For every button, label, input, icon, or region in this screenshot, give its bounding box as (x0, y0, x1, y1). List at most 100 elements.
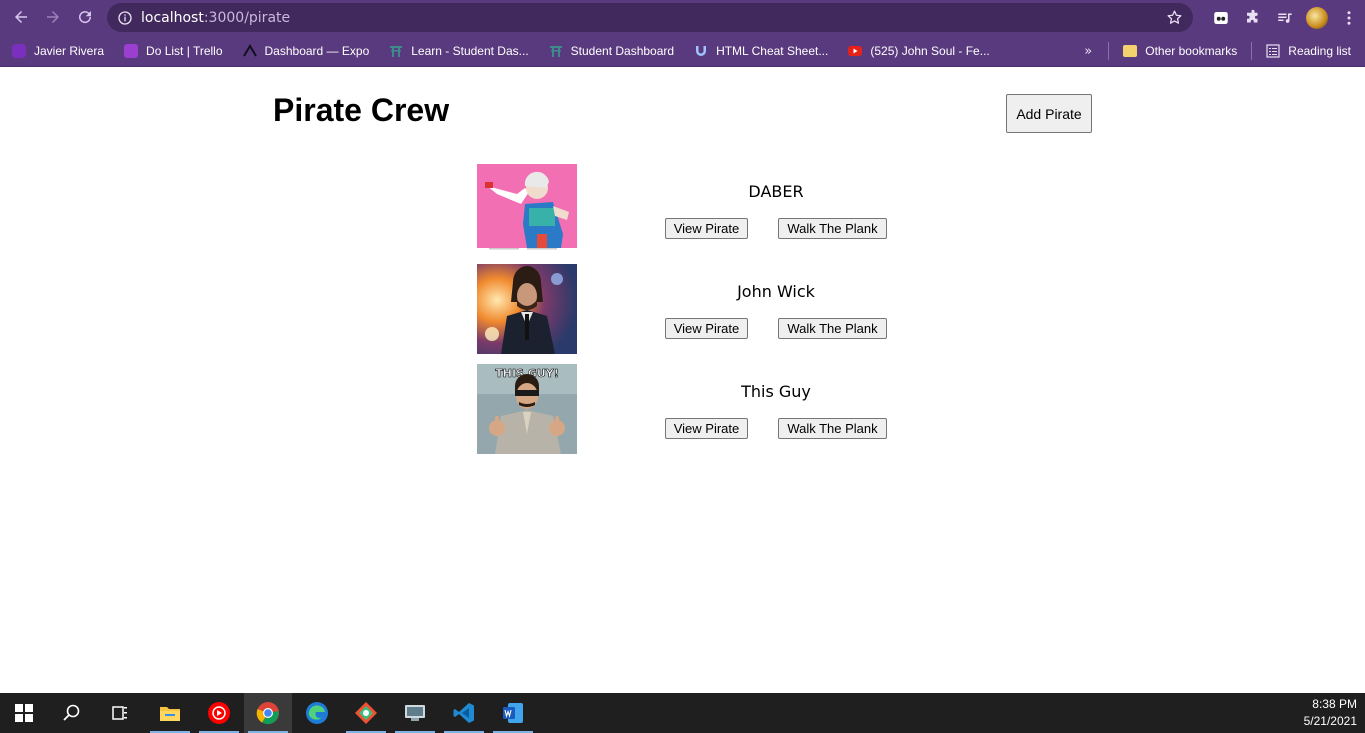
pirate-item: John Wick View Pirate Walk The Plank (477, 264, 897, 354)
info-icon[interactable] (117, 10, 133, 26)
youtube-music-taskbar-button[interactable] (195, 693, 243, 733)
task-view-button[interactable] (96, 693, 144, 733)
view-pirate-button[interactable]: View Pirate (665, 418, 748, 439)
reading-list-label: Reading list (1288, 44, 1351, 58)
bookmark-label: Dashboard — Expo (264, 43, 370, 58)
glasses-extension-icon (1214, 11, 1228, 24)
monitor-app-icon (405, 705, 425, 721)
vscode-icon (453, 703, 474, 723)
bookmarks-right: » Other bookmarks Reading list (1084, 35, 1365, 67)
taskbar: 8:38 PM 5/21/2021 (0, 693, 1365, 733)
bookmark-youtube[interactable]: (525) John Soul - Fe... (836, 38, 997, 64)
word-icon (503, 703, 523, 723)
page-content: Pirate Crew Add Pirate DABER View Pirate… (0, 68, 1365, 693)
javier-rivera-favicon-icon (12, 43, 26, 58)
bookmark-javier-rivera[interactable]: Javier Rivera (0, 38, 112, 64)
torii-favicon-icon (389, 44, 403, 58)
media-control-button[interactable] (1269, 2, 1301, 34)
bookmark-expo[interactable]: Dashboard — Expo (231, 38, 378, 64)
start-button[interactable] (0, 693, 48, 733)
pirate-item: THIS GUY! This Guy View Pirate Walk The … (477, 364, 897, 454)
search-icon (63, 704, 80, 721)
playlist-icon (1278, 13, 1292, 23)
chrome-icon (256, 702, 279, 725)
bookmarks-bar: Javier Rivera Do List | Trello Dashboard… (0, 35, 1365, 67)
walk-the-plank-button[interactable]: Walk The Plank (778, 318, 887, 339)
pirate-image (477, 164, 577, 252)
bookmark-star-icon[interactable] (1166, 9, 1183, 26)
bookmark-label: Student Dashboard (570, 43, 675, 58)
url-host: localhost (141, 9, 204, 26)
menu-button[interactable] (1333, 2, 1365, 34)
back-button[interactable] (5, 1, 37, 33)
bookmark-learn-student-dashboard[interactable]: Learn - Student Das... (377, 38, 536, 64)
system-clock[interactable]: 8:38 PM 5/21/2021 (1304, 696, 1357, 730)
bookmark-trello[interactable]: Do List | Trello (112, 38, 230, 64)
task-view-icon (112, 706, 127, 720)
browser-toolbar: localhost:3000/pirate (0, 0, 1365, 35)
divider (1251, 42, 1253, 60)
html-cheat-favicon-icon (694, 44, 708, 58)
bookmark-label: Learn - Student Das... (411, 43, 529, 58)
search-button[interactable] (48, 693, 96, 733)
forward-button[interactable] (37, 1, 69, 33)
torii-favicon-icon (549, 44, 563, 58)
bookmark-student-dashboard[interactable]: Student Dashboard (537, 38, 682, 64)
walk-the-plank-button[interactable]: Walk The Plank (778, 218, 887, 239)
edge-taskbar-button[interactable] (293, 693, 341, 733)
chrome-taskbar-button[interactable] (244, 693, 292, 733)
divider (1108, 42, 1110, 60)
bookmark-label: Do List | Trello (146, 43, 223, 58)
page-title: Pirate Crew (273, 92, 450, 128)
pirate-image (477, 264, 577, 354)
vscode-taskbar-button[interactable] (440, 693, 488, 733)
extension-glasses-button[interactable] (1205, 2, 1237, 34)
arrow-left-icon (15, 11, 27, 23)
expo-favicon-icon (242, 43, 257, 58)
folder-icon (1123, 45, 1138, 57)
pirate-image: THIS GUY! (477, 364, 577, 454)
more-vertical-icon (1347, 10, 1351, 25)
add-pirate-button[interactable]: Add Pirate (1006, 94, 1092, 133)
bookmark-label: Javier Rivera (34, 43, 105, 58)
extensions-button[interactable] (1237, 2, 1269, 34)
file-explorer-taskbar-button[interactable] (146, 693, 194, 733)
avatar (1306, 6, 1328, 29)
windows-logo-icon (15, 704, 33, 722)
arrow-right-icon (47, 11, 59, 23)
pirate-name: John Wick (737, 282, 815, 301)
app-taskbar-button[interactable] (391, 693, 439, 733)
reading-list[interactable]: Reading list (1258, 38, 1365, 64)
url-text: localhost:3000/pirate (141, 10, 290, 26)
other-bookmarks[interactable]: Other bookmarks (1115, 38, 1245, 64)
walk-the-plank-button[interactable]: Walk The Plank (778, 418, 887, 439)
trello-favicon-icon (124, 43, 139, 58)
word-taskbar-button[interactable] (489, 693, 537, 733)
view-pirate-button[interactable]: View Pirate (665, 318, 748, 339)
puzzle-icon (1247, 9, 1258, 22)
bookmark-html-cheat-sheet[interactable]: HTML Cheat Sheet... (682, 38, 836, 64)
reload-icon (79, 11, 92, 24)
gitkraken-taskbar-button[interactable] (342, 693, 390, 733)
youtube-favicon-icon (848, 45, 863, 56)
profile-button[interactable] (1301, 2, 1333, 34)
reading-list-icon (1266, 44, 1280, 58)
more-bookmarks-chevron-icon[interactable]: » (1084, 44, 1092, 59)
git-diamond-icon (355, 702, 377, 724)
url-path: :3000/pirate (203, 9, 291, 26)
bookmark-label: (525) John Soul - Fe... (870, 43, 990, 58)
edge-icon (306, 702, 328, 724)
pirate-item: DABER View Pirate Walk The Plank (477, 164, 897, 254)
address-bar[interactable]: localhost:3000/pirate (107, 3, 1193, 32)
clock-time: 8:38 PM (1312, 697, 1357, 711)
bookmark-label: HTML Cheat Sheet... (716, 43, 829, 58)
other-bookmarks-label: Other bookmarks (1145, 44, 1238, 58)
clock-date: 5/21/2021 (1303, 714, 1357, 728)
view-pirate-button[interactable]: View Pirate (665, 218, 748, 239)
pirate-name: This Guy (741, 382, 811, 401)
pirate-name: DABER (748, 182, 804, 201)
toolbar-right (1205, 0, 1365, 35)
reload-button[interactable] (69, 1, 101, 33)
folder-icon (160, 707, 180, 721)
youtube-music-icon (208, 702, 230, 724)
